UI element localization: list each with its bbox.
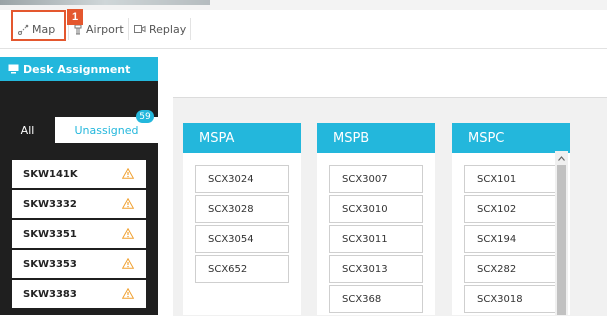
monitor-icon xyxy=(8,64,19,74)
unassigned-count-badge: 59 xyxy=(136,110,154,123)
tab-all[interactable]: All xyxy=(0,117,55,143)
toolbar: Map Airport Replay xyxy=(0,10,607,49)
flight-code: SKW3383 xyxy=(23,288,77,300)
top-image-strip xyxy=(0,0,210,5)
desk-flight[interactable]: SCX102 xyxy=(464,195,558,223)
video-icon xyxy=(134,25,146,33)
desk-flight[interactable]: SCX3011 xyxy=(329,225,423,253)
step-badge: 1 xyxy=(67,9,83,25)
desk-flight[interactable]: SCX3054 xyxy=(195,225,289,253)
list-item[interactable]: SKW3353 xyxy=(12,250,146,278)
tab-all-label: All xyxy=(20,123,35,137)
flight-list: SKW141K SKW3332 SKW3351 SKW3353 SKW3383 xyxy=(12,160,146,310)
tower-icon xyxy=(74,24,82,34)
list-item[interactable]: SKW3332 xyxy=(12,190,146,218)
warning-icon xyxy=(122,258,134,269)
warning-icon xyxy=(122,228,134,239)
list-item[interactable]: SKW141K xyxy=(12,160,146,188)
desk-flight[interactable]: SCX3028 xyxy=(195,195,289,223)
warning-icon xyxy=(122,168,134,179)
desk-flight[interactable]: SCX3018 xyxy=(464,285,558,313)
map-highlight-box xyxy=(11,10,66,41)
warning-icon xyxy=(122,198,134,209)
sidebar: All Unassigned 59 SKW141K SKW3332 SKW335… xyxy=(0,81,158,315)
desk-header: MSPB xyxy=(317,123,435,153)
tab-bar: All Unassigned 59 xyxy=(0,110,158,143)
scroll-up-icon[interactable] xyxy=(555,153,568,163)
replay-button[interactable]: Replay xyxy=(134,20,186,38)
desk-column-mspb: MSPB SCX3007 SCX3010 SCX3011 SCX3013 SCX… xyxy=(317,123,435,315)
sidebar-header: Desk Assignment xyxy=(0,57,158,81)
flight-code: SKW141K xyxy=(23,168,78,180)
desk-flight[interactable]: SCX3010 xyxy=(329,195,423,223)
desk-flight[interactable]: SCX194 xyxy=(464,225,558,253)
flight-code: SKW3332 xyxy=(23,198,77,210)
airport-label: Airport xyxy=(86,22,124,36)
divider xyxy=(190,18,191,40)
desk-flight[interactable]: SCX3013 xyxy=(329,255,423,283)
desk-flight[interactable]: SCX101 xyxy=(464,165,558,193)
desk-flight[interactable]: SCX3007 xyxy=(329,165,423,193)
desk-header: MSPA xyxy=(183,123,301,153)
list-item[interactable]: SKW3383 xyxy=(12,280,146,308)
sidebar-title: Desk Assignment xyxy=(23,62,131,76)
replay-label: Replay xyxy=(149,22,187,36)
desk-flight[interactable]: SCX368 xyxy=(329,285,423,313)
desk-flight[interactable]: SCX282 xyxy=(464,255,558,283)
desk-header: MSPC xyxy=(452,123,570,153)
desk-flight[interactable]: SCX3024 xyxy=(195,165,289,193)
divider xyxy=(128,18,129,40)
desk-flight[interactable]: SCX652 xyxy=(195,255,289,283)
list-item[interactable]: SKW3351 xyxy=(12,220,146,248)
flight-code: SKW3351 xyxy=(23,228,77,240)
scrollbar[interactable] xyxy=(555,151,568,315)
flight-code: SKW3353 xyxy=(23,258,77,270)
warning-icon xyxy=(122,288,134,299)
desk-column-mspc: MSPC SCX101 SCX102 SCX194 SCX282 SCX3018 xyxy=(452,123,570,315)
tab-unassigned-label: Unassigned xyxy=(74,123,139,137)
scroll-thumb[interactable] xyxy=(557,165,566,315)
desk-column-mspa: MSPA SCX3024 SCX3028 SCX3054 SCX652 xyxy=(183,123,301,315)
